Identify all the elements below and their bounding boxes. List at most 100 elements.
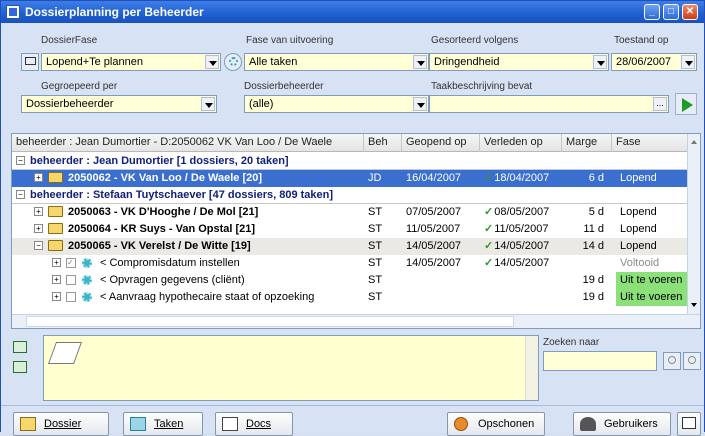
cell-fase: Uit te voeren <box>616 272 688 289</box>
grid-header: beheerder : Jean Dumortier - D:2050062 V… <box>12 134 700 152</box>
expand-icon[interactable]: + <box>52 275 61 284</box>
collapse-icon[interactable]: − <box>16 156 25 165</box>
notes-scrollbar[interactable] <box>525 336 538 400</box>
opschonen-button[interactable]: Opschonen <box>447 412 545 436</box>
ellipsis-button[interactable]: ... <box>653 97 667 111</box>
collapse-all-button[interactable] <box>13 359 35 377</box>
collapse-icon[interactable]: − <box>34 241 43 250</box>
cell-marge: 19 d <box>582 274 604 286</box>
expand-icon[interactable]: + <box>34 173 43 182</box>
row-name: < Compromisdatum instellen <box>100 257 240 269</box>
chevron-down-icon[interactable] <box>413 97 427 111</box>
folder-icon <box>48 240 63 251</box>
gear-button[interactable] <box>224 53 242 71</box>
dossierfase-select[interactable]: Lopend+Te plannen <box>41 53 221 71</box>
collapse-icon[interactable]: − <box>16 190 25 199</box>
expand-icon[interactable]: + <box>34 207 43 216</box>
expand-all-button[interactable] <box>13 339 35 357</box>
minimize-button[interactable]: _ <box>644 4 660 20</box>
dossier-row[interactable]: +2050063 - VK D'Hooghe / De Mol [21] ST 07… <box>12 204 688 221</box>
column-header-beh[interactable]: Beh <box>364 134 402 152</box>
column-header-fase[interactable]: Fase <box>612 134 688 152</box>
cell-verleden: ✓08/05/2007 <box>484 206 550 218</box>
tasks-icon <box>130 417 146 431</box>
task-row[interactable]: + < Aanvraag hypothecaire staat of opzoek… <box>12 289 688 306</box>
task-checkbox[interactable] <box>66 292 76 302</box>
maximize-button[interactable]: □ <box>663 4 679 20</box>
taakbeschrijving-input[interactable]: ... <box>429 95 669 113</box>
docs-button[interactable]: Docs <box>215 412 293 436</box>
search-input[interactable] <box>543 351 657 371</box>
cell-geopend: 14/05/2007 <box>406 240 462 252</box>
cell-geopend: 11/05/2007 <box>406 223 461 235</box>
chevron-down-icon[interactable] <box>201 97 215 111</box>
cell-geopend: 07/05/2007 <box>406 206 462 218</box>
collapse-icon <box>13 361 27 373</box>
play-icon <box>682 98 693 112</box>
cell-fase: Lopend <box>620 172 657 184</box>
scroll-down-icon[interactable] <box>689 299 700 312</box>
taken-button[interactable]: Taken <box>123 412 203 436</box>
gegroepeerd-label: Gegroepeerd per <box>41 81 118 92</box>
group-row[interactable]: − beheerder : Jean Dumortier [1 dossiers,… <box>12 153 688 170</box>
expand-icon <box>13 341 27 353</box>
column-header-geopend[interactable]: Geopend op <box>402 134 480 152</box>
column-header-verleden[interactable]: Verleden op <box>480 134 562 152</box>
expand-icon[interactable]: + <box>52 258 61 267</box>
row-name: < Aanvraag hypothecaire staat of opzoeki… <box>100 291 315 303</box>
cell-marge: 11 d <box>583 223 604 235</box>
cell-geopend <box>406 289 480 306</box>
vertical-scrollbar[interactable] <box>687 134 700 314</box>
check-icon: ✓ <box>484 240 494 252</box>
search-button[interactable] <box>663 352 681 370</box>
task-row[interactable]: + < Opvragen gegevens (cliënt) ST 19 d Uit t… <box>12 272 688 289</box>
gesorteerd-select[interactable]: Dringendheid <box>429 53 609 71</box>
chevron-down-icon[interactable] <box>205 55 219 69</box>
toestand-date[interactable]: 28/06/2007 <box>611 53 697 71</box>
cell-beh: JD <box>368 172 382 184</box>
column-header-marge[interactable]: Marge <box>562 134 612 152</box>
chevron-down-icon[interactable] <box>681 55 695 69</box>
group-row[interactable]: − beheerder : Stefaan Tuytschaever [47 do… <box>12 187 688 204</box>
cell-geopend: 16/04/2007 <box>406 172 462 184</box>
search-label: Zoeken naar <box>543 337 600 348</box>
cell-beh: ST <box>368 257 383 269</box>
run-button[interactable] <box>675 93 697 115</box>
dossier-button[interactable]: Dossier <box>13 412 109 436</box>
scroll-up-icon[interactable] <box>689 136 700 149</box>
expand-icon[interactable]: + <box>52 292 61 301</box>
chevron-down-icon[interactable] <box>593 55 607 69</box>
folder-icon <box>48 172 63 183</box>
dossierbeheerder-label: Dossierbeheerder <box>244 81 324 92</box>
task-row[interactable]: + ✓ < Compromisdatum instellen ST 14/05/2007… <box>12 255 688 272</box>
search-next-button[interactable] <box>683 352 701 370</box>
folder-icon <box>48 206 63 217</box>
dossier-row[interactable]: +2050064 - KR Suys - Van Opstal [21] ST 11… <box>12 221 688 238</box>
task-checkbox[interactable]: ✓ <box>66 258 76 268</box>
row-name: 2050063 - VK D'Hooghe / De Mol [21] <box>68 206 259 218</box>
gear-icon <box>82 258 92 268</box>
cell-fase: Uit te voeren <box>616 289 688 306</box>
print-button[interactable] <box>677 412 701 436</box>
row-name: 2050065 - VK Verelst / De Witte [19] <box>68 240 251 252</box>
gegroepeerd-select[interactable]: Dossierbeheerder <box>21 95 217 113</box>
cell-geopend <box>406 272 480 289</box>
dossier-row[interactable]: − 2050065 - VK Verelst / De Witte [19] ST 1… <box>12 238 688 255</box>
dossier-row[interactable]: +2050062 - VK Van Loo / De Waele [20] JD 1… <box>12 170 688 187</box>
fase-uitvoering-select[interactable]: Alle taken <box>244 53 429 71</box>
dossierbeheerder-select[interactable]: (alle) <box>244 95 429 113</box>
horizontal-scrollbar[interactable] <box>12 314 700 328</box>
chevron-down-icon[interactable] <box>413 55 427 69</box>
task-checkbox[interactable] <box>66 275 76 285</box>
notes-area[interactable] <box>43 335 539 401</box>
search-panel: Zoeken naar <box>541 335 701 401</box>
column-header-dossier[interactable]: beheerder : Jean Dumortier - D:2050062 V… <box>12 134 364 152</box>
scroll-thumb[interactable] <box>26 316 514 327</box>
open-folder-button[interactable] <box>21 53 39 71</box>
expand-icon[interactable]: + <box>34 224 43 233</box>
search-icon <box>668 356 676 364</box>
cell-marge: 14 d <box>582 240 604 252</box>
close-button[interactable]: ✕ <box>682 4 698 20</box>
row-name: 2050064 - KR Suys - Van Opstal [21] <box>68 223 256 235</box>
gebruikers-button[interactable]: Gebruikers <box>573 412 671 436</box>
